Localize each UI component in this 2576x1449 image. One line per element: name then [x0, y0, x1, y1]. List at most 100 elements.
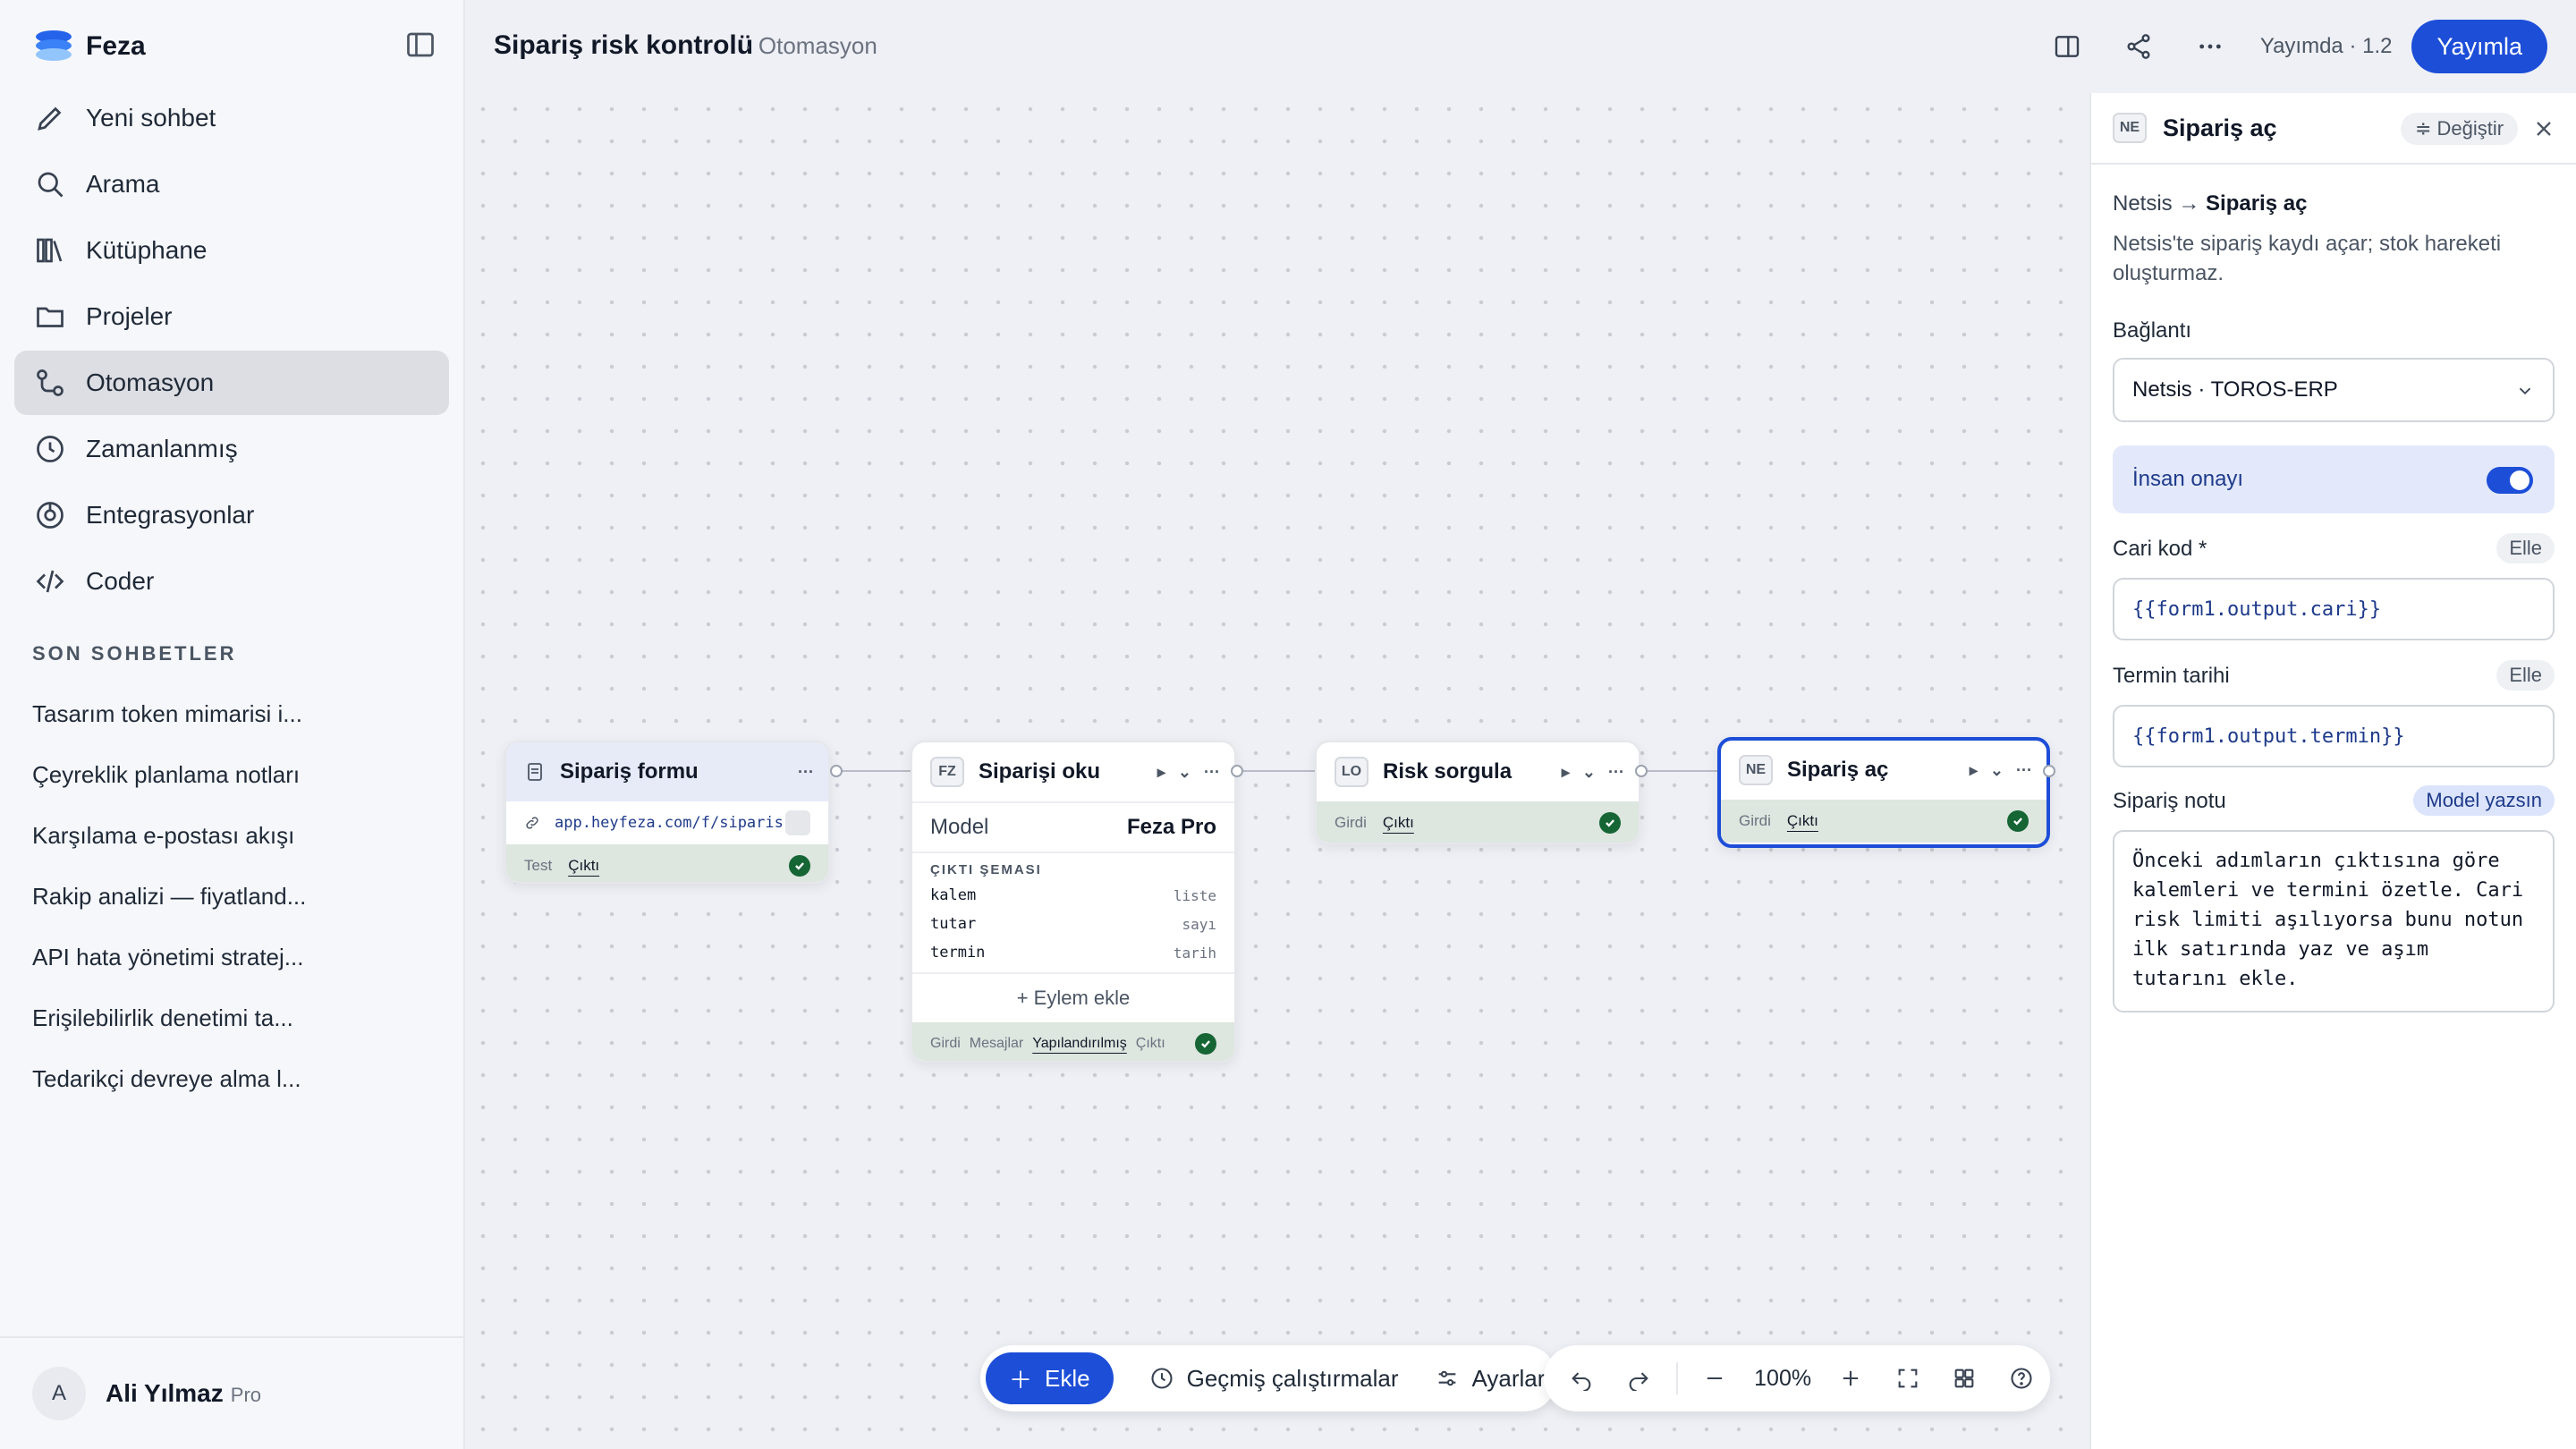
help-button[interactable]: [1993, 1350, 2050, 1407]
top-actions: Yayımda · 1.2 Yayımla: [2042, 20, 2576, 73]
node-output-port[interactable]: [1635, 765, 1648, 777]
footer-tab-messages[interactable]: Mesajlar: [970, 1036, 1023, 1052]
node-tools: ▸ ⌄ ···: [1970, 741, 2032, 800]
recent-chat-item[interactable]: API hata yönetimi stratej...: [32, 927, 444, 987]
sidebar-item-library[interactable]: Kütüphane: [14, 218, 449, 283]
fit-view-button[interactable]: [1879, 1350, 1936, 1407]
undo-icon: [1572, 1372, 1591, 1391]
recent-chat-item[interactable]: Karşılama e-postası akışı: [32, 805, 444, 866]
footer-tab-output[interactable]: Çıktı: [568, 857, 599, 875]
chevron-down-icon[interactable]: ⌄: [1178, 763, 1191, 782]
footer-tab-input[interactable]: Girdi: [930, 1036, 961, 1052]
sidebar-item-scheduled[interactable]: Zamanlanmış: [14, 417, 449, 481]
form-url-row: app.heyfeza.com/f/siparis: [506, 801, 828, 844]
page-subtitle: · Otomasyon: [744, 32, 877, 59]
add-action-button[interactable]: + Eylem ekle: [912, 972, 1234, 1022]
recent-list: Tasarım token mimarisi i... Çeyreklik pl…: [32, 683, 444, 1109]
zoom-out-button[interactable]: [1687, 1350, 1744, 1407]
cari-code-field[interactable]: {{form1.output.cari}}: [2113, 578, 2555, 640]
run-icon[interactable]: ▸: [1562, 763, 1570, 782]
footer-tab-structured[interactable]: Yapılandırılmış: [1032, 1036, 1127, 1052]
approval-toggle[interactable]: [2487, 467, 2533, 494]
sidebar-item-label: Projeler: [86, 302, 173, 330]
history-button[interactable]: Geçmiş çalıştırmalar: [1149, 1365, 1399, 1393]
node-more-icon[interactable]: ···: [1204, 763, 1220, 782]
panel-toggle-button[interactable]: [2042, 21, 2092, 72]
schema-field: tutar sayı: [930, 910, 1216, 938]
panel-title: Sipariş aç: [2163, 114, 2277, 141]
chevron-down-icon[interactable]: ⌄: [1582, 763, 1596, 782]
field-name: tutar: [930, 915, 977, 933]
sidebar-item-new-chat[interactable]: Yeni sohbet: [14, 86, 449, 150]
node-more-icon[interactable]: ···: [798, 763, 814, 782]
footer-tab-test[interactable]: Test: [524, 857, 552, 875]
cari-mode-pill[interactable]: Elle: [2496, 533, 2555, 564]
history-label: Geçmiş çalıştırmalar: [1186, 1364, 1399, 1392]
sidebar-item-projects[interactable]: Projeler: [14, 284, 449, 349]
sidebar-toggle-icon[interactable]: [404, 29, 436, 61]
undo-button[interactable]: [1553, 1350, 1610, 1407]
share-button[interactable]: [2114, 21, 2164, 72]
zoom-level: 100%: [1754, 1365, 1812, 1391]
link-icon: [526, 817, 538, 829]
footer-tab-output[interactable]: Çıktı: [1383, 814, 1414, 832]
order-note-textarea[interactable]: Önceki adımların çıktısına göre kalemler…: [2113, 830, 2555, 1013]
zoom-in-button[interactable]: [1822, 1350, 1879, 1407]
footer-tab-input[interactable]: Girdi: [1335, 814, 1367, 832]
node-order-form[interactable]: Sipariş formu ··· app.heyfeza.com/f/sipa…: [504, 741, 830, 884]
integration-icon: [37, 502, 64, 529]
footer-tab-output[interactable]: Çıktı: [1136, 1036, 1165, 1052]
schema-title: ÇIKTI ŞEMASI: [930, 862, 1042, 877]
note-label: Sipariş notu: [2113, 789, 2226, 813]
change-button[interactable]: ≑ Değiştir: [2401, 113, 2519, 145]
node-risk-query[interactable]: LO Risk sorgula ▸ ⌄ ··· Girdi Çıktı: [1315, 741, 1640, 844]
sidebar-item-search[interactable]: Arama: [14, 152, 449, 216]
termin-date-field[interactable]: {{form1.output.termin}}: [2113, 705, 2555, 767]
copy-icon[interactable]: [785, 810, 810, 835]
connection-select[interactable]: Netsis · TOROS-ERP: [2113, 358, 2555, 422]
add-label: Ekle: [1045, 1364, 1090, 1392]
workflow-canvas[interactable]: Sipariş formu ··· app.heyfeza.com/f/sipa…: [467, 93, 2089, 1449]
run-icon[interactable]: ▸: [1157, 763, 1165, 782]
node-title: Sipariş formu: [560, 759, 699, 784]
footer-tab-output[interactable]: Çıktı: [1787, 812, 1818, 830]
settings-button[interactable]: Ayarlar: [1435, 1365, 1545, 1393]
note-mode-pill[interactable]: Model yazsın: [2413, 785, 2555, 816]
node-output-port[interactable]: [830, 765, 843, 777]
sidebar-item-coder[interactable]: Coder: [14, 549, 449, 614]
sidebar-item-automation[interactable]: Otomasyon: [14, 351, 449, 415]
user-profile[interactable]: A Ali Yılmaz Pro: [0, 1336, 463, 1449]
sidebar-item-label: Arama: [86, 170, 160, 198]
footer-tab-input[interactable]: Girdi: [1739, 812, 1771, 830]
recent-chat-item[interactable]: Rakip analizi — fiyatland...: [32, 866, 444, 927]
brand[interactable]: Feza: [36, 27, 146, 66]
layout-button[interactable]: [1936, 1350, 1994, 1407]
recent-chat-item[interactable]: Çeyreklik planlama notları: [32, 744, 444, 805]
recent-chat-item[interactable]: Erişilebilirlik denetimi ta...: [32, 987, 444, 1048]
close-icon[interactable]: [2531, 116, 2556, 141]
library-icon: [37, 238, 63, 263]
recent-chat-item[interactable]: Tedarikçi devreye alma l...: [32, 1048, 444, 1109]
publish-button[interactable]: Yayımla: [2411, 20, 2547, 73]
termin-mode-pill[interactable]: Elle: [2496, 660, 2555, 691]
model-row[interactable]: Model Feza Pro: [912, 801, 1234, 852]
chevron-down-icon[interactable]: ⌄: [1990, 761, 2004, 780]
node-open-order[interactable]: NE Sipariş aç ▸ ⌄ ··· Girdi Çıktı: [1717, 737, 2050, 848]
add-node-button[interactable]: ＋ Ekle: [986, 1352, 1114, 1404]
redo-button[interactable]: [1610, 1350, 1667, 1407]
node-output-port[interactable]: [2043, 765, 2055, 777]
node-more-icon[interactable]: ···: [1608, 763, 1624, 782]
minus-icon: [1707, 1377, 1723, 1380]
sidebar-nav: Yeni sohbet Arama Kütüphane Projeler Oto…: [14, 86, 449, 615]
more-button[interactable]: [2185, 21, 2235, 72]
crumb-target: Sipariş aç: [2206, 191, 2308, 216]
node-output-port[interactable]: [1231, 765, 1243, 777]
node-read-order[interactable]: FZ Siparişi oku ▸ ⌄ ··· Model Feza Pro ÇIK…: [911, 741, 1236, 1063]
schema-field: termin tarih: [930, 938, 1216, 967]
recent-chat-item[interactable]: Tasarım token mimarisi i...: [32, 683, 444, 744]
node-more-icon[interactable]: ···: [2016, 761, 2032, 780]
sidebar-item-integrations[interactable]: Entegrasyonlar: [14, 483, 449, 547]
form-url[interactable]: app.heyfeza.com/f/siparis: [555, 814, 784, 832]
field-type: tarih: [1173, 944, 1216, 962]
run-icon[interactable]: ▸: [1970, 761, 1978, 780]
